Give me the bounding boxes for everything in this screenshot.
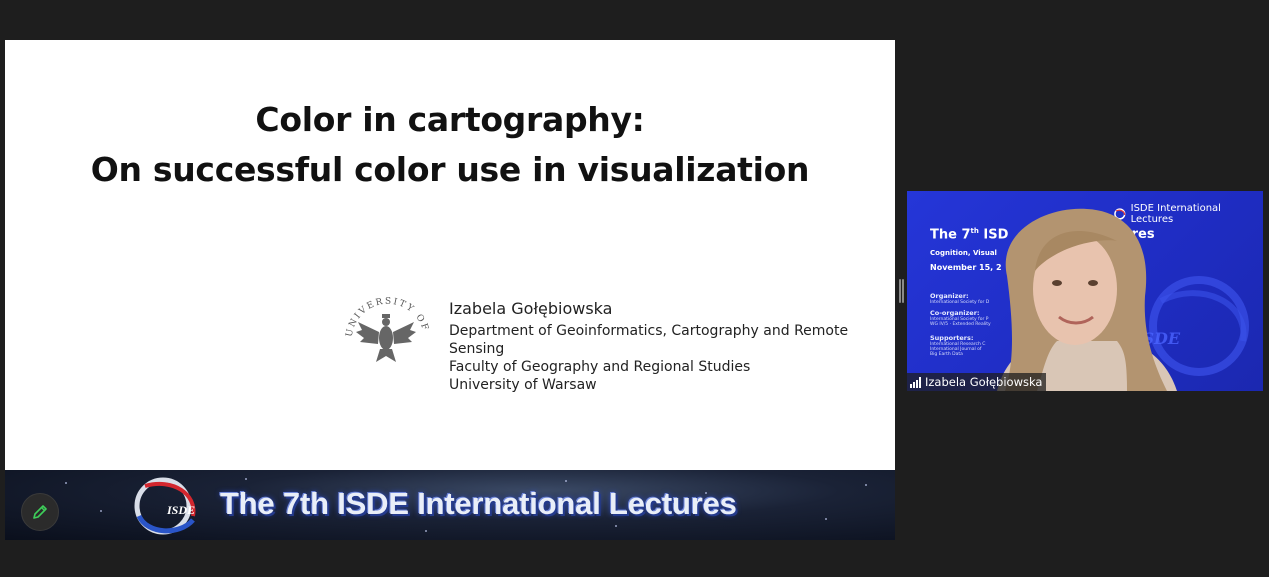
shared-slide: Color in cartography: On successful colo… xyxy=(5,40,895,470)
affiliation-faculty: Faculty of Geography and Regional Studie… xyxy=(449,359,751,375)
pencil-icon xyxy=(33,505,47,519)
speaker-person xyxy=(997,208,1177,391)
isde-logo-text: ISDE xyxy=(166,503,195,517)
slide-title-line-1: Color in cartography: xyxy=(255,100,645,139)
banner-title: The 7th ISDE International Lectures xyxy=(220,486,737,521)
isde-logo-icon: ISDE xyxy=(134,477,196,535)
speaker-video-tile[interactable]: ISDE International Lectures The 7th ISDl… xyxy=(907,191,1263,391)
participant-name: Izabela Gołębiowska xyxy=(925,375,1043,389)
author-name: Izabela Gołębiowska xyxy=(449,299,613,318)
video-title-part-a: The 7 xyxy=(930,227,971,243)
author-block: Izabela Gołębiowska Department of Geoinf… xyxy=(449,299,895,394)
slide-title-line-2: On successful color use in visualization xyxy=(90,150,810,189)
affiliation-university: University of Warsaw xyxy=(449,377,597,393)
lecture-banner: ISDE The 7th ISDE International Lectures xyxy=(5,470,895,540)
signal-bars-icon xyxy=(910,376,921,388)
participant-name-tag: Izabela Gołębiowska xyxy=(907,373,1047,391)
affiliation-department: Department of Geoinformatics, Cartograph… xyxy=(449,323,849,357)
university-seal-icon: UNIVERSITY OF WARSAW xyxy=(338,286,429,362)
annotate-button[interactable] xyxy=(21,493,59,531)
panel-resize-handle[interactable] xyxy=(899,279,904,303)
